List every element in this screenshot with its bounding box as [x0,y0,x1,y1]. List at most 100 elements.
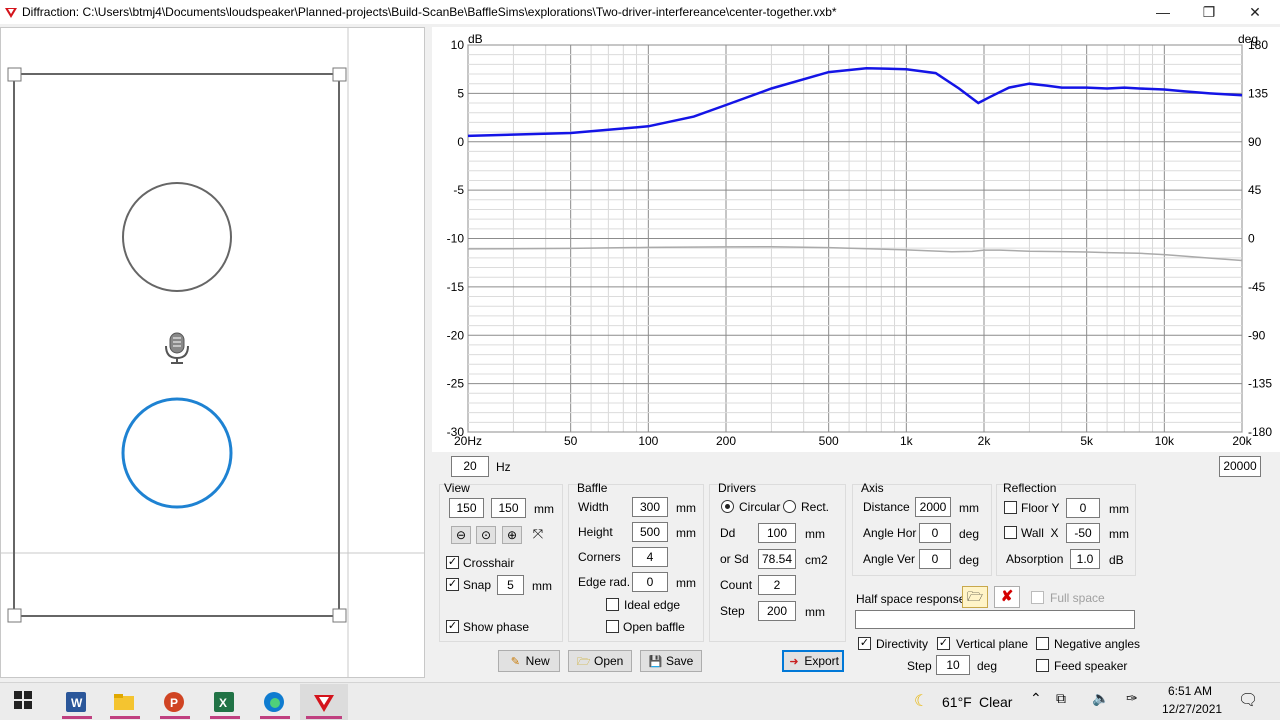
absorption-input[interactable]: 1.0 [1070,549,1100,569]
new-button[interactable]: ✎ New [498,650,560,672]
dd-input[interactable]: 100 [758,523,796,543]
baffle-height-unit: mm [676,526,696,540]
angle-hor-input[interactable]: 0 [919,523,951,543]
ideal-edge-checkbox[interactable] [606,598,619,611]
half-space-file-input[interactable] [855,610,1135,629]
clock-date[interactable]: 12/27/2021 [1162,702,1222,716]
volume-icon[interactable]: 🔈 [1092,690,1109,707]
show-phase-checkbox[interactable]: ✓ [446,620,459,633]
db-tick-label: -5 [453,183,464,197]
response-graph[interactable]: 10 5 0 -5 -10 -15 -20 -25 -30 180 135 90 45 0 -45 -90-… [432,27,1280,452]
word-taskbar-icon[interactable]: W [52,684,100,720]
file-explorer-taskbar-icon[interactable] [100,684,148,720]
edge-radius-input[interactable]: 0 [632,572,668,592]
negative-angles-label: Negative angles [1054,637,1141,651]
zoom-fit-icon[interactable]: ⊙ [476,526,496,544]
snap-checkbox[interactable]: ✓ [446,578,459,591]
chevron-up-icon[interactable]: ⌃ [1030,690,1042,707]
feed-speaker-checkbox[interactable] [1036,659,1049,672]
frequency-axis-labels: 20Hz 50 100 200 500 1k 2k 5k 10k 20k [454,434,1253,448]
delete-icon[interactable]: ✘ [994,586,1020,608]
clock-time[interactable]: 6:51 AM [1168,684,1212,698]
minimize-button[interactable]: — [1140,0,1186,24]
count-input[interactable]: 2 [758,575,796,595]
directivity-step-input[interactable]: 10 [936,655,970,675]
axis-group-label: Axis [861,481,884,495]
rect-label: Rect. [801,500,830,514]
full-space-checkbox[interactable] [1031,591,1044,604]
freq-tick-label: 50 [564,434,578,448]
resize-handle-bl[interactable] [7,608,22,623]
driver-2-selected[interactable] [121,397,233,509]
max-freq-input[interactable]: 20000 [1219,456,1261,477]
close-button[interactable]: ✕ [1232,0,1278,24]
min-freq-input[interactable]: 20 [451,456,489,477]
pen-icon[interactable]: ✑ [1126,690,1138,707]
snap-label: Snap [463,578,492,592]
microphone-icon[interactable] [165,332,189,364]
response-chart[interactable]: 1050-5-10-15-20-25-30 18013590450-45-90-… [432,27,1280,452]
excel-taskbar-icon[interactable]: X [200,684,248,720]
moon-weather-icon[interactable]: ☾ [914,691,928,711]
baffle-height-input[interactable]: 500 [632,522,668,542]
weather-desc[interactable]: Clear [979,694,1012,710]
resize-handle-tl[interactable] [7,67,22,82]
zoom-in-icon[interactable]: ⊕ [502,526,522,544]
weather-temp[interactable]: 61°F [942,694,972,710]
open-folder-icon[interactable]: 🗁 [962,586,988,608]
baffle-corners-input[interactable]: 4 [632,547,668,567]
windows-start-icon[interactable] [14,691,32,709]
full-space-label: Full space [1050,591,1105,605]
network-icon[interactable]: ⧉ [1056,690,1066,707]
driver-step-input[interactable]: 200 [758,601,796,621]
directivity-checkbox[interactable]: ✓ [858,637,871,650]
save-button[interactable]: 💾 Save [640,650,702,672]
zoom-out-icon[interactable]: ⊖ [451,526,471,544]
maximize-button[interactable]: ❐ [1186,0,1232,24]
app-icon [5,8,17,18]
fit-all-icon[interactable]: ⤧ [528,526,548,544]
distance-input[interactable]: 2000 [915,497,951,517]
baffle-canvas[interactable] [1,28,425,678]
edge-running-indicator [260,716,290,719]
negative-angles-checkbox[interactable] [1036,637,1049,650]
resize-handle-tr[interactable] [332,67,347,82]
wall-x-input[interactable]: -50 [1066,523,1100,543]
baffle-view[interactable] [0,27,425,678]
edge-taskbar-icon[interactable] [250,684,298,720]
rect-radio[interactable] [783,500,796,513]
wall-x-checkbox[interactable] [1004,526,1017,539]
resize-handle-br[interactable] [332,608,347,623]
snap-input[interactable]: 5 [497,575,524,595]
new-icon: ✎ [510,656,520,668]
vertical-plane-checkbox[interactable]: ✓ [937,637,950,650]
baffle-width-unit: mm [676,501,696,515]
view-width-input[interactable]: 150 [449,498,484,518]
open-button[interactable]: 🗁 Open [568,650,632,672]
driver-1[interactable] [122,182,232,292]
baffle-group-label: Baffle [577,481,608,495]
half-space-label: Half space response [856,592,966,606]
baffle-width-input[interactable]: 300 [632,497,668,517]
svg-text:P: P [170,696,178,710]
open-baffle-checkbox[interactable] [606,620,619,633]
powerpoint-taskbar-icon[interactable]: P [150,684,198,720]
sd-input[interactable]: 78.54 [758,549,796,569]
angle-ver-input[interactable]: 0 [919,549,951,569]
floor-y-input[interactable]: 0 [1066,498,1100,518]
directivity-label: Directivity [876,637,929,651]
freq-tick-label: 20k [1232,434,1252,448]
circular-radio[interactable] [721,500,734,513]
step-label: Step [720,604,745,618]
diffraction-running-indicator [306,716,342,719]
edge-radius-unit: mm [676,576,696,590]
driver-step-unit: mm [805,605,825,619]
crosshair-checkbox[interactable]: ✓ [446,556,459,569]
diffraction-taskbar-icon[interactable] [300,684,348,720]
export-button[interactable]: ➜ Export [782,650,844,672]
drivers-group-label: Drivers [718,481,756,495]
angle-hor-label: Angle Hor [863,526,917,540]
view-height-input[interactable]: 150 [491,498,526,518]
notification-icon[interactable]: 🗨 [1238,690,1258,710]
floor-y-checkbox[interactable] [1004,501,1017,514]
